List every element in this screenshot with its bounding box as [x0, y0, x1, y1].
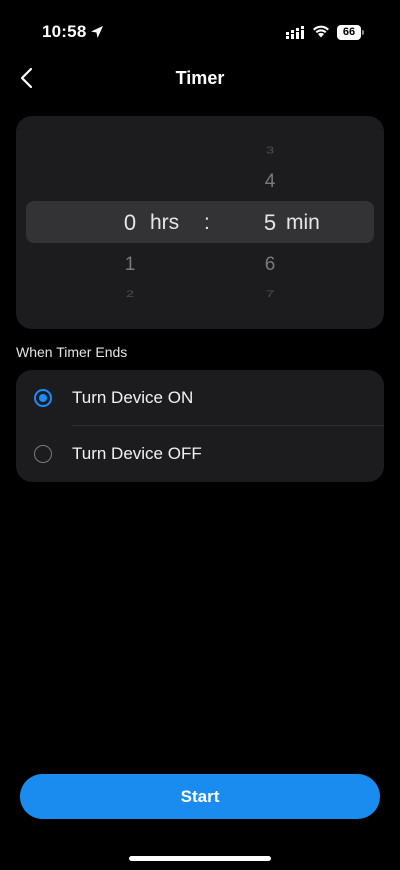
minutes-option[interactable]: 7 — [240, 289, 300, 299]
picker-selection-highlight — [26, 201, 374, 243]
hours-unit-label: hrs — [150, 211, 180, 234]
option-turn-device-on[interactable]: Turn Device ON — [16, 370, 384, 426]
minutes-unit-label: min — [286, 211, 320, 234]
status-time: 10:58 — [42, 22, 87, 41]
page-title: Timer — [175, 68, 225, 88]
hours-option[interactable]: 1 — [100, 254, 160, 276]
minutes-option[interactable]: 4 — [240, 171, 300, 193]
option-turn-device-off[interactable]: Turn Device OFF — [16, 426, 384, 482]
radio-unselected-icon[interactable] — [34, 445, 52, 463]
wifi-icon — [313, 25, 329, 38]
battery-tip — [362, 30, 364, 35]
minutes-option[interactable]: 6 — [240, 254, 300, 276]
start-button[interactable]: Start — [20, 774, 380, 819]
cellular-signal-icon — [286, 26, 304, 39]
option-label: Turn Device ON — [72, 388, 194, 407]
battery-icon: 66 — [337, 25, 365, 40]
hours-option[interactable]: 2 — [100, 289, 160, 299]
nav-header: Timer — [0, 56, 400, 100]
when-timer-ends-label: When Timer Ends — [16, 344, 128, 360]
status-bar: 10:58 66 — [0, 0, 400, 64]
radio-selected-icon[interactable] — [34, 389, 52, 407]
timer-end-options: Turn Device ON Turn Device OFF — [16, 370, 384, 482]
option-label: Turn Device OFF — [72, 444, 202, 463]
minutes-option[interactable]: 3 — [240, 145, 300, 157]
location-arrow-icon — [91, 26, 103, 38]
battery-level: 66 — [337, 25, 361, 40]
home-indicator[interactable] — [129, 856, 271, 861]
timer-picker[interactable]: 0 1 2 hrs : 3 4 5 6 7 min — [16, 116, 384, 329]
time-separator: : — [204, 211, 210, 234]
